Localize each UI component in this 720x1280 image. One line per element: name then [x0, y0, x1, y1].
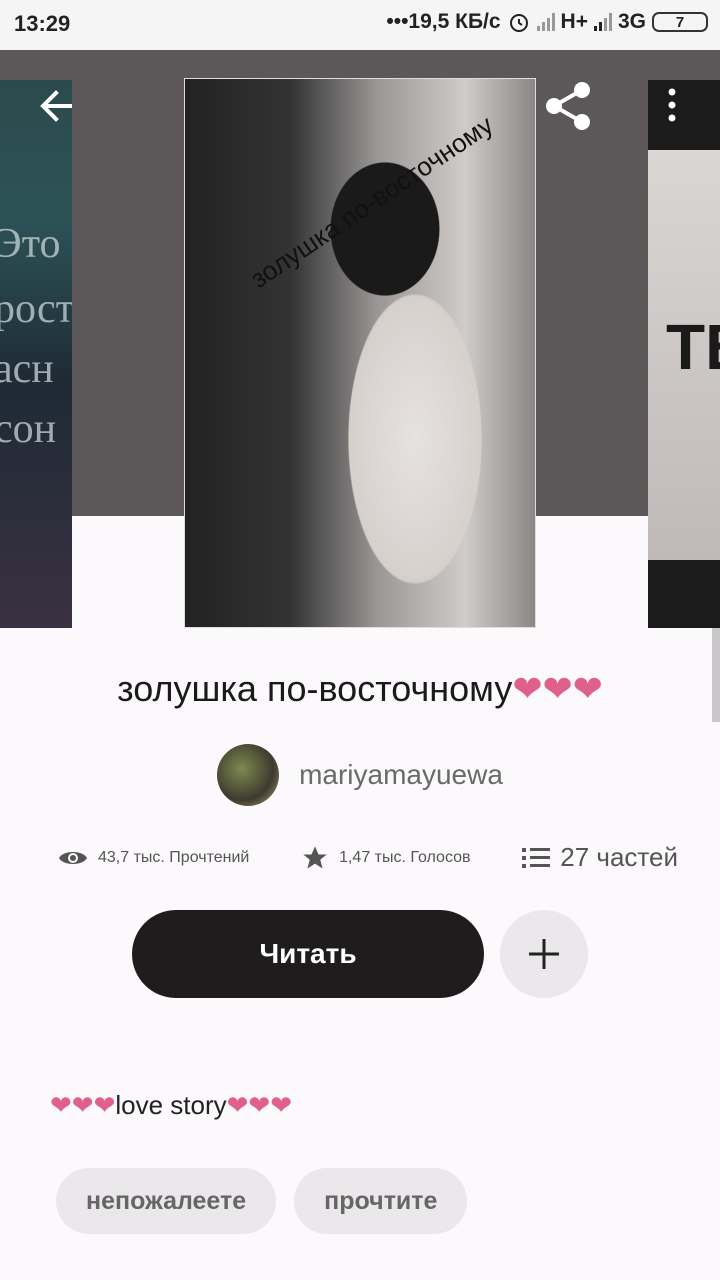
parts-count: 27 частей [560, 842, 678, 872]
tag-chip[interactable]: непожалеете [56, 1168, 277, 1234]
story-cover: золушка по-восточному [184, 78, 536, 628]
read-button[interactable]: Читать [132, 910, 484, 998]
reads-count: 43,7 тыс. Прочтений [98, 848, 250, 866]
status-bar: 13:29 •••19,5 КБ/с H+ 3G 7 [0, 0, 720, 50]
arrow-left-icon [40, 90, 72, 122]
side-cover-text: рост [0, 286, 72, 332]
story-description: ❤❤❤love story❤❤❤ [50, 1090, 292, 1121]
story-stats: 43,7 тыс. Прочтений 1,47 тыс. Голосов 27… [58, 842, 678, 873]
add-to-library-button[interactable] [500, 910, 588, 998]
battery-level: 7 [675, 13, 685, 31]
more-vertical-icon [668, 88, 676, 122]
star-icon [303, 845, 327, 868]
story-title-row: золушка по-восточному❤❤❤ [0, 668, 720, 710]
description-hearts-suffix: ❤❤❤ [226, 1090, 292, 1120]
votes-stat: 1,47 тыс. Голосов [301, 844, 471, 872]
next-story-cover[interactable]: ТВ [648, 80, 720, 628]
story-title: золушка по-восточному [117, 668, 513, 709]
eye-icon [59, 851, 87, 864]
status-icons: •••19,5 КБ/с H+ 3G 7 [386, 10, 708, 34]
side-cover-text: сон [0, 406, 57, 452]
alarm-icon [509, 14, 528, 32]
previous-story-cover[interactable]: Это рост асн сон [0, 80, 72, 628]
signal-icon [536, 13, 555, 31]
description-text: love story [115, 1090, 227, 1120]
share-button[interactable] [542, 80, 594, 137]
share-icon [546, 82, 590, 130]
parts-stat[interactable]: 27 частей [522, 842, 678, 873]
more-options-button[interactable] [662, 88, 682, 129]
title-hearts: ❤❤❤ [512, 668, 603, 709]
plus-icon [529, 939, 559, 969]
back-button[interactable] [36, 86, 76, 131]
reads-stat: 43,7 тыс. Прочтений [58, 847, 249, 869]
cover-caption: золушка по-восточному [245, 109, 499, 294]
avatar[interactable] [217, 744, 280, 806]
scrollbar[interactable] [712, 628, 720, 722]
author-row[interactable]: mariyamayuewa [0, 744, 720, 806]
status-time: 13:29 [14, 11, 71, 36]
side-cover-text: ТВ [666, 311, 720, 383]
side-cover-text: Это [0, 221, 61, 267]
list-icon [522, 847, 551, 868]
signal-icon-2 [593, 13, 612, 31]
network-type-2: 3G [617, 10, 646, 33]
author-name[interactable]: mariyamayuewa [299, 759, 503, 791]
battery-icon: 7 [652, 12, 708, 32]
description-hearts-prefix: ❤❤❤ [50, 1090, 116, 1120]
network-type-1: H+ [560, 10, 588, 33]
votes-count: 1,47 тыс. Голосов [339, 848, 471, 866]
network-speed: •••19,5 КБ/с [386, 10, 501, 33]
tag-list: непожалеете прочтите [56, 1168, 468, 1234]
side-cover-text: асн [0, 346, 54, 392]
tag-chip[interactable]: прочтите [294, 1168, 468, 1234]
